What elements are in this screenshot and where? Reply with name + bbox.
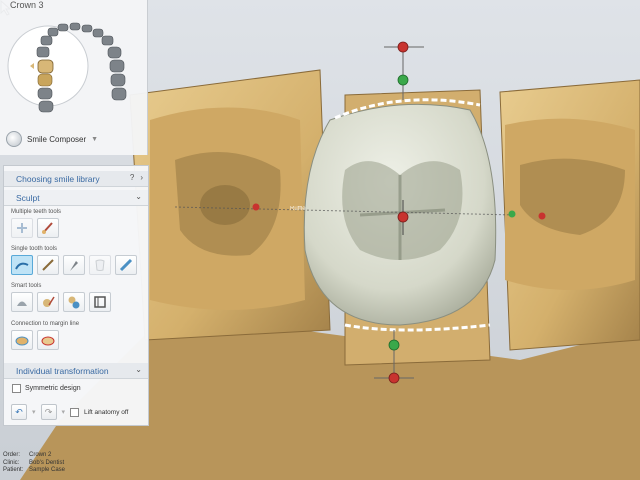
symmetric-design-label: Symmetric design xyxy=(25,385,81,392)
window-title: Crown 3 xyxy=(10,0,44,10)
clinic-label: Clinic: xyxy=(3,459,20,466)
dental-arch-navigator[interactable] xyxy=(4,14,144,122)
adapt-icon xyxy=(43,296,55,307)
chevron-down-icon: ⌄ xyxy=(135,365,142,374)
brush-icon xyxy=(42,259,54,271)
move-icon xyxy=(17,223,27,233)
margin-adjust-tool-button[interactable] xyxy=(37,330,59,350)
clinic-value: Bob's Dentist xyxy=(29,459,65,466)
library-title: Choosing smile library xyxy=(16,173,100,184)
multiple-brush-tool-button[interactable] xyxy=(37,218,59,238)
order-info: Order: Crown 2 Clinic: Bob's Dentist Patie… xyxy=(3,452,65,475)
single-freeform-tool-button[interactable] xyxy=(11,255,33,275)
bottom-toolbar: ↶ ▾ ↷ ▾ Lift anatomy off xyxy=(11,404,128,420)
tooth-selector-panel: Crown 3 Smile Composer ▼ xyxy=(0,0,148,155)
symmetric-design-checkbox[interactable] xyxy=(12,384,21,393)
smile-composer-label: Smile Composer xyxy=(27,134,87,144)
lift-anatomy-label: Lift anatomy off xyxy=(84,408,129,416)
undo-dropdown-icon[interactable]: ▾ xyxy=(32,408,36,416)
single-knife-tool-button[interactable] xyxy=(63,255,85,275)
margin-icon xyxy=(15,336,29,346)
smile-composer-selector[interactable]: Smile Composer ▼ xyxy=(6,130,144,148)
margin-adjust-icon xyxy=(41,336,55,346)
symmetric-design-option[interactable]: Symmetric design xyxy=(12,384,81,393)
order-label: Order: xyxy=(3,452,21,458)
transform-title: Individual transformation xyxy=(16,365,109,376)
sculpt-title: Sculpt xyxy=(16,192,40,203)
order-value: Crown 2 xyxy=(29,452,52,458)
sculpt-tool-panel: Choosing smile library ? › Sculpt ⌄ Mult… xyxy=(3,165,149,426)
smart-tools-label: Smart tools xyxy=(11,283,42,289)
cursor-tooltip: Ruffle xyxy=(290,206,306,212)
redo-dropdown-icon[interactable]: ▾ xyxy=(62,408,66,416)
redo-icon[interactable]: ↷ xyxy=(40,404,57,420)
help-icon[interactable]: ? xyxy=(130,173,134,182)
single-tooth-label: Single tooth tools xyxy=(11,246,58,252)
smart-morph-tool-button[interactable] xyxy=(63,292,85,312)
brush-icon xyxy=(42,222,53,234)
tooth-icon xyxy=(95,259,105,271)
morph-icon xyxy=(68,296,80,309)
smart-attachment-tool-button[interactable] xyxy=(89,292,111,312)
multiple-move-tool-button[interactable] xyxy=(11,218,33,238)
margin-connect-tool-button[interactable] xyxy=(11,330,33,350)
freeform-icon xyxy=(15,262,29,270)
transform-header[interactable]: Individual transformation ⌄ xyxy=(4,363,148,379)
patient-value: Sample Case xyxy=(29,467,66,473)
library-header[interactable]: Choosing smile library ? › xyxy=(4,171,148,187)
undo-icon[interactable]: ↶ xyxy=(11,404,27,420)
connection-margin-label: Connection to margin line xyxy=(11,321,80,327)
patient-label: Patient: xyxy=(3,467,24,473)
chevron-down-icon: ⌄ xyxy=(135,192,142,201)
multiple-teeth-label: Multiple teeth tools xyxy=(11,209,62,215)
lift-anatomy-checkbox[interactable] xyxy=(70,407,80,417)
attachment-icon xyxy=(94,296,106,308)
smooth-icon xyxy=(119,258,133,272)
chevron-down-icon: ▼ xyxy=(91,135,99,143)
smart-contact-tool-button[interactable] xyxy=(11,292,33,312)
smile-icon xyxy=(6,131,22,147)
knife-icon xyxy=(70,261,78,271)
smart-adapt-tool-button[interactable] xyxy=(37,292,59,312)
arrow-right-icon[interactable]: › xyxy=(140,173,143,182)
sculpt-header[interactable]: Sculpt ⌄ xyxy=(4,190,148,206)
single-smooth-tool-button[interactable] xyxy=(115,255,137,275)
single-cap-tool-button[interactable] xyxy=(89,255,111,275)
contact-icon xyxy=(17,301,27,306)
single-brush-tool-button[interactable] xyxy=(37,255,59,275)
